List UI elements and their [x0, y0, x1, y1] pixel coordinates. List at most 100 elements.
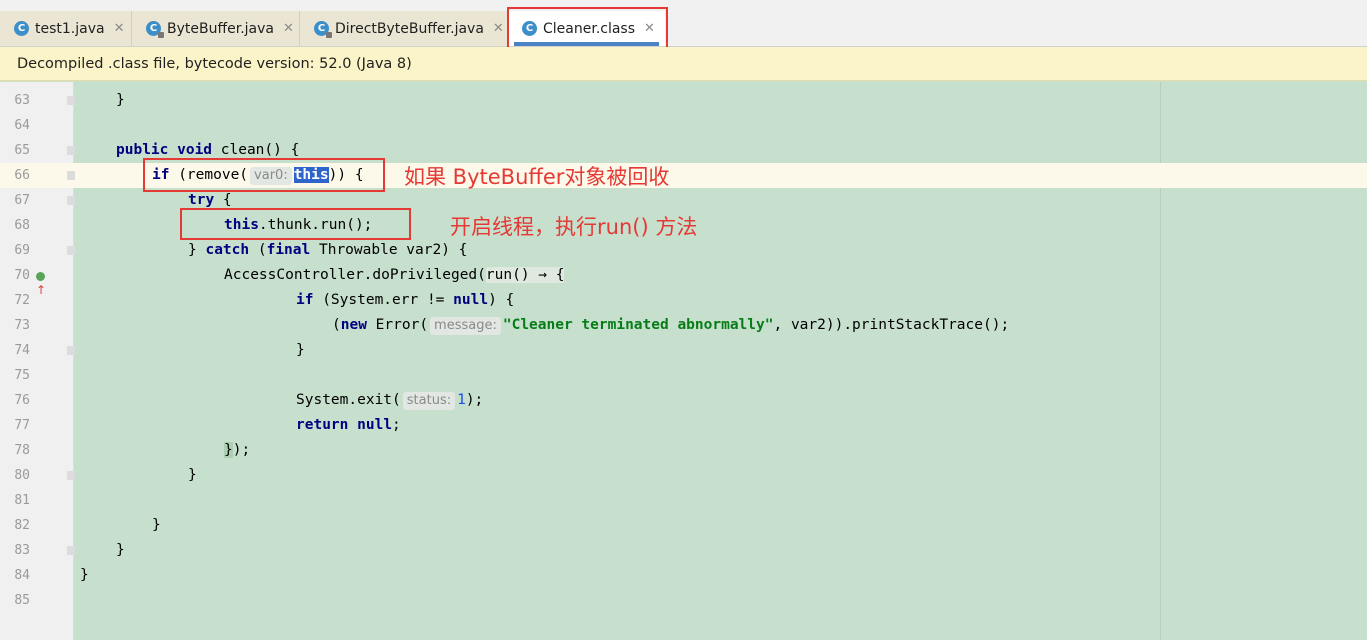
line-number: 67	[14, 193, 30, 208]
code-text: }	[116, 92, 125, 108]
code-text: return null;	[296, 413, 401, 438]
line-number: 81	[14, 493, 30, 508]
line-number: 83	[14, 543, 30, 558]
editor-tab-bar: C test1.java ✕ C ByteBuffer.java ✕ C Dir…	[0, 0, 1367, 47]
code-line: 72 if (System.err != null) {	[0, 288, 1367, 313]
keyword: public void	[116, 142, 213, 158]
keyword: if	[296, 292, 314, 308]
code-line: 82 }	[0, 513, 1367, 538]
code-line: 74 }	[0, 338, 1367, 363]
keyword: try	[188, 192, 215, 208]
code-line: 83 }	[0, 538, 1367, 563]
code-fragment: );	[232, 442, 251, 458]
decompiled-banner: Decompiled .class file, bytecode version…	[0, 47, 1367, 81]
line-number: 65	[14, 143, 30, 158]
code-fragment: Throwable var2) {	[310, 242, 468, 258]
parameter-hint: message:	[430, 317, 501, 335]
keyword: final	[266, 242, 311, 258]
keyword: catch	[205, 242, 250, 258]
close-icon[interactable]: ✕	[114, 21, 125, 36]
line-number: 76	[14, 393, 30, 408]
keyword: null	[357, 417, 393, 433]
string-literal: "Cleaner terminated abnormally"	[502, 317, 774, 333]
line-number: 63	[14, 93, 30, 108]
line-number: 77	[14, 418, 30, 433]
code-fragment: clean() {	[212, 142, 300, 158]
code-text: }	[116, 542, 125, 558]
fold-marker-icon[interactable]	[67, 471, 75, 480]
matched-brace: }	[224, 442, 233, 458]
code-text: });	[224, 438, 250, 463]
code-fragment: ) {	[488, 292, 515, 308]
number-literal: 1	[457, 392, 466, 408]
code-line: 70 ↑ AccessController.doPrivileged(run()…	[0, 263, 1367, 297]
line-number: 85	[14, 593, 30, 608]
code-line: 85	[0, 588, 1367, 613]
code-line: 76 System.exit(status: 1);	[0, 388, 1367, 413]
line-number: 66	[14, 168, 30, 183]
line-number: 69	[14, 243, 30, 258]
close-icon[interactable]: ✕	[283, 21, 294, 36]
code-line: 81	[0, 488, 1367, 513]
folded-lambda[interactable]: run() → {	[485, 267, 565, 283]
line-number: 82	[14, 518, 30, 533]
highlight-box-remove-call	[143, 158, 385, 192]
code-fragment: , var2)).printStackTrace();	[773, 317, 1010, 333]
fold-marker-icon[interactable]	[67, 546, 75, 555]
line-number: 84	[14, 568, 30, 583]
fold-marker-icon[interactable]	[67, 196, 75, 205]
override-icon[interactable]: ↑	[36, 269, 52, 297]
code-line: 75	[0, 363, 1367, 388]
code-line: 63 }	[0, 88, 1367, 113]
code-line: 84 }	[0, 563, 1367, 588]
line-number: 74	[14, 343, 30, 358]
fold-marker-icon[interactable]	[67, 146, 75, 155]
tab-label: test1.java	[35, 20, 105, 37]
keyword: return	[296, 417, 349, 433]
fold-marker-icon[interactable]	[67, 171, 75, 180]
java-class-icon: C	[314, 21, 332, 38]
code-fragment: ;	[392, 417, 401, 433]
annotation-recycled: 如果 ByteBuffer对象被回收	[404, 165, 670, 189]
code-text: AccessController.doPrivileged(run() → {	[224, 263, 565, 288]
line-number: 72	[14, 293, 30, 308]
code-text: }	[152, 517, 161, 533]
code-fragment: AccessController.doPrivileged(	[224, 267, 486, 283]
close-icon[interactable]: ✕	[493, 21, 504, 36]
tab-test1-java[interactable]: C test1.java ✕	[0, 11, 132, 46]
code-text: }	[80, 567, 89, 583]
code-fragment: Error(	[366, 317, 429, 333]
parameter-hint: status:	[402, 392, 456, 410]
code-fragment: }	[188, 242, 206, 258]
annotation-run-thread: 开启线程，执行run() 方法	[450, 215, 698, 239]
code-line: 64	[0, 113, 1367, 138]
code-line: 73 (new Error(message: "Cleaner terminate…	[0, 313, 1367, 338]
code-text: System.exit(status: 1);	[296, 388, 483, 413]
line-number: 73	[14, 318, 30, 333]
code-fragment: (	[249, 242, 267, 258]
keyword: null	[453, 292, 489, 308]
line-number: 78	[14, 443, 30, 458]
keyword: new	[340, 317, 367, 333]
fold-marker-icon[interactable]	[67, 96, 75, 105]
java-class-icon: C	[14, 21, 29, 36]
code-fragment: (	[332, 317, 341, 333]
code-fragment: (System.err !=	[313, 292, 454, 308]
code-fragment: System.exit(	[296, 392, 401, 408]
code-text: } catch (final Throwable var2) {	[188, 238, 467, 263]
fold-marker-icon[interactable]	[67, 346, 75, 355]
tab-directbytebuffer-java[interactable]: C DirectByteBuffer.java ✕	[300, 11, 508, 46]
tab-label: ByteBuffer.java	[167, 20, 274, 37]
code-line: 78 });	[0, 438, 1367, 463]
code-fragment: {	[214, 192, 232, 208]
java-class-icon: C	[146, 21, 164, 38]
line-number: 80	[14, 468, 30, 483]
line-number: 64	[14, 118, 30, 133]
line-number: 68	[14, 218, 30, 233]
tab-label: DirectByteBuffer.java	[335, 20, 484, 37]
fold-marker-icon[interactable]	[67, 246, 75, 255]
line-number: 70	[14, 268, 30, 283]
code-text: }	[296, 342, 305, 358]
code-line: 80 }	[0, 463, 1367, 488]
tab-bytebuffer-java[interactable]: C ByteBuffer.java ✕	[132, 11, 300, 46]
